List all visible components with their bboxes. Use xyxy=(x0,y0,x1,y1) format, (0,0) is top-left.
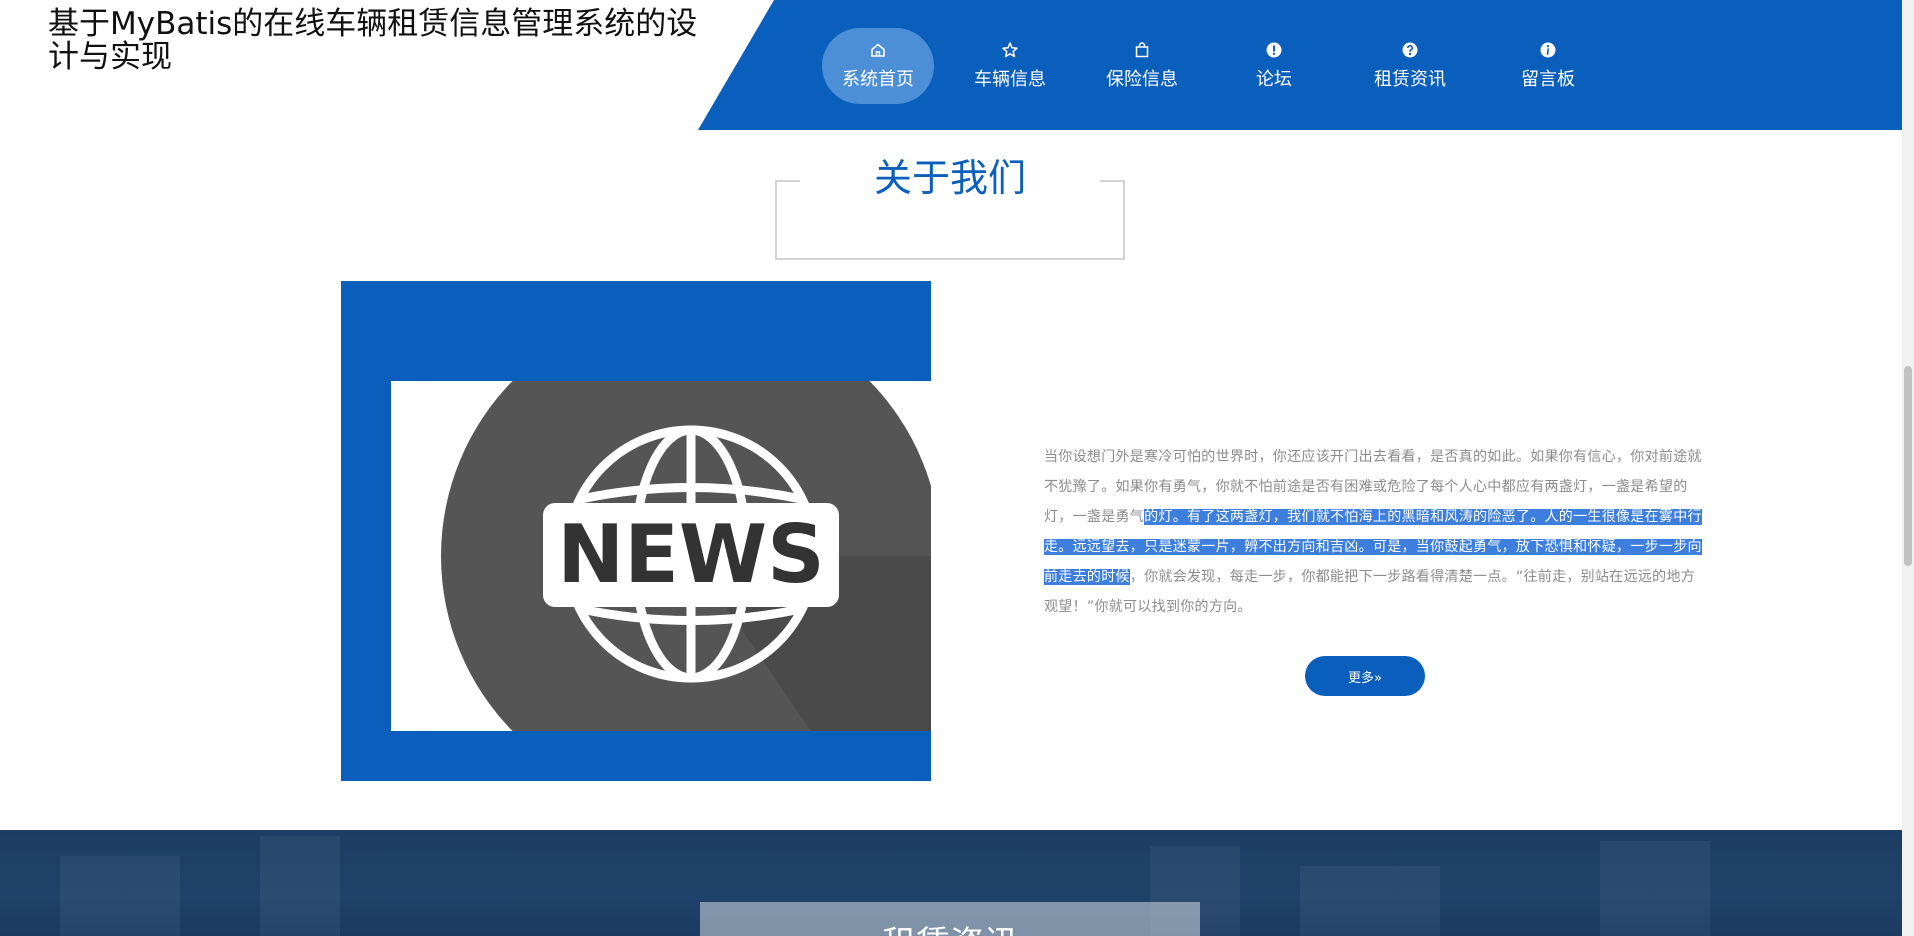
bag-icon xyxy=(1135,42,1149,58)
nav-item-home[interactable]: 系统首页 xyxy=(822,28,934,104)
nav-item-label: 车辆信息 xyxy=(974,69,1046,90)
nav-item-label: 保险信息 xyxy=(1106,69,1178,90)
alert-icon xyxy=(1266,42,1282,58)
question-icon xyxy=(1402,42,1418,58)
nav-item-label: 论坛 xyxy=(1256,69,1292,90)
news-image-label: NEWS xyxy=(557,508,825,601)
page: 基于MyBatis的在线车辆租赁信息管理系统的设计与实现 系统首页 车辆信息 保… xyxy=(0,0,1914,936)
nav-item-rental-news[interactable]: 租赁资讯 xyxy=(1350,28,1470,104)
scrollbar-thumb[interactable] xyxy=(1904,366,1912,566)
more-button[interactable]: 更多» xyxy=(1305,656,1425,696)
home-icon xyxy=(871,43,885,57)
nav-item-forum[interactable]: 论坛 xyxy=(1218,28,1330,104)
nav-item-label: 系统首页 xyxy=(842,69,914,90)
about-title: 关于我们 xyxy=(873,156,1026,200)
about-text: 当你设想门外是寒冷可怕的世界时，你还应该开门出去看看，是否真的如此。如果你有信心… xyxy=(1044,442,1708,622)
star-icon xyxy=(1002,42,1018,58)
news-section-title: 租赁资讯 xyxy=(700,916,1200,936)
nav-item-vehicles[interactable]: 车辆信息 xyxy=(954,28,1066,104)
nav-item-guestbook[interactable]: 留言板 xyxy=(1492,28,1604,104)
info-icon xyxy=(1540,42,1556,58)
main-nav: 系统首页 车辆信息 保险信息 论坛 租赁资讯 留言板 xyxy=(822,28,1624,104)
about-text-part2: ，你就会发现，每走一步，你都能把下一步路看得清楚一点。“往前走，别站在远远的地方… xyxy=(1044,569,1696,615)
nav-item-label: 租赁资讯 xyxy=(1374,69,1446,90)
nav-item-insurance[interactable]: 保险信息 xyxy=(1086,28,1198,104)
nav-item-label: 留言板 xyxy=(1521,69,1575,90)
about-image: NEWS xyxy=(391,381,931,731)
site-title: 基于MyBatis的在线车辆租赁信息管理系统的设计与实现 xyxy=(48,6,698,75)
